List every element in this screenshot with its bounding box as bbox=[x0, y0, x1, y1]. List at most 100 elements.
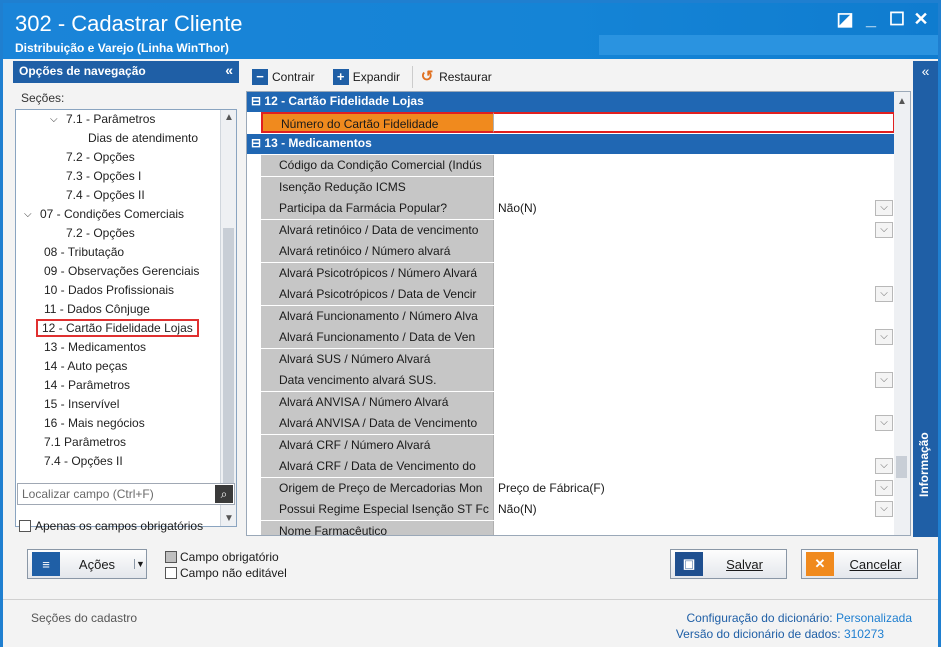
grid-row[interactable]: Data vencimento alvará SUS. ⌵ bbox=[261, 370, 895, 391]
grid-row[interactable]: Alvará Psicotrópicos / Número Alvará bbox=[261, 263, 895, 284]
tree-item[interactable]: 7.1 - Parâmetros bbox=[66, 112, 155, 126]
grid-row[interactable]: Alvará Funcionamento / Número Alva bbox=[261, 306, 895, 327]
grid-row[interactable]: Alvará retinóico / Data de vencimento ⌵ bbox=[261, 220, 895, 241]
tree-item[interactable]: 15 - Inservível bbox=[44, 397, 119, 411]
maximize-icon[interactable]: ☐ bbox=[885, 9, 909, 30]
grid-row[interactable]: Nome Farmacêutico bbox=[261, 521, 895, 535]
search-input[interactable]: Localizar campo (Ctrl+F) ⌕ bbox=[17, 483, 235, 505]
tree-item[interactable]: 7.2 - Opções bbox=[66, 226, 135, 240]
grid-row[interactable]: Alvará ANVISA / Número Alvará bbox=[261, 392, 895, 413]
group-header-13[interactable]: ⊟ 13 - Medicamentos bbox=[247, 134, 895, 154]
chevron-down-icon[interactable]: ⌵ bbox=[875, 372, 893, 388]
chevron-down-icon[interactable]: ⌵ bbox=[875, 501, 893, 517]
actions-icon: ≡ bbox=[32, 552, 60, 576]
status-left: Seções do cadastro bbox=[31, 611, 138, 625]
chevron-down-icon[interactable]: ⌵ bbox=[875, 286, 893, 302]
info-panel-label: Informação bbox=[917, 432, 931, 497]
tree-item[interactable]: 11 - Dados Cônjuge bbox=[44, 302, 150, 316]
close-icon[interactable]: ✕ bbox=[909, 9, 933, 30]
nav-header: Opções de navegação « bbox=[13, 61, 239, 83]
chevron-down-icon[interactable]: ⌵ bbox=[24, 209, 32, 220]
grid-row[interactable]: Possui Regime Especial Isenção ST Fc Não(… bbox=[261, 499, 895, 520]
grid-row[interactable]: Alvará ANVISA / Data de Vencimento ⌵ bbox=[261, 413, 895, 434]
expand-button[interactable]: + Expandir bbox=[327, 66, 406, 88]
grid-row[interactable]: Isenção Redução ICMS bbox=[261, 177, 895, 198]
group-header-12[interactable]: ⊟ 12 - Cartão Fidelidade Lojas bbox=[247, 92, 895, 112]
cancel-button[interactable]: ✕ Cancelar bbox=[801, 549, 918, 579]
tree-item-selected[interactable]: 12 - Cartão Fidelidade Lojas bbox=[36, 319, 199, 337]
scroll-thumb[interactable] bbox=[223, 228, 234, 498]
grid-row[interactable]: Código da Condição Comercial (Indús bbox=[261, 155, 895, 176]
sections-label: Seções: bbox=[21, 91, 65, 105]
tree-item[interactable]: 14 - Auto peças bbox=[44, 359, 127, 373]
tree-item[interactable]: 7.4 - Opções II bbox=[44, 454, 123, 468]
chevron-down-icon[interactable]: ⌵ bbox=[875, 415, 893, 431]
grid-toolbar: − Contrair + Expandir ↺ Restaurar bbox=[246, 65, 911, 89]
scroll-down-icon[interactable]: ▼ bbox=[221, 513, 236, 524]
tree-item[interactable]: 7.3 - Opções I bbox=[66, 169, 141, 183]
tree-item[interactable]: 7.1 Parâmetros bbox=[44, 435, 126, 449]
grid-row[interactable]: Participa da Farmácia Popular? Não(N) ⌵ bbox=[261, 198, 895, 219]
grid-row[interactable]: Alvará Funcionamento / Data de Ven ⌵ bbox=[261, 327, 895, 348]
navigation-panel: Opções de navegação « Seções: ⌵ 7.1 - Pa… bbox=[13, 61, 239, 539]
chevron-down-icon[interactable]: ⌵ bbox=[875, 200, 893, 216]
status-bar: Seções do cadastro Configuração do dicio… bbox=[3, 599, 938, 647]
chevron-down-icon[interactable]: ⌵ bbox=[875, 458, 893, 474]
chevron-down-icon[interactable]: ⌵ bbox=[875, 329, 893, 345]
grid-row[interactable]: Alvará CRF / Número Alvará bbox=[261, 435, 895, 456]
tree-item[interactable]: 7.2 - Opções bbox=[66, 150, 135, 164]
not-editable-swatch bbox=[165, 567, 177, 579]
restore-icon[interactable]: ◪ bbox=[833, 9, 857, 30]
tree-scrollbar[interactable]: ▲ ▼ bbox=[220, 110, 236, 526]
window-subtitle: Distribuição e Varejo (Linha WinThor) bbox=[15, 41, 229, 55]
search-icon[interactable]: ⌕ bbox=[215, 485, 233, 503]
floppy-icon: ▣ bbox=[675, 552, 703, 576]
window-title: 302 - Cadastrar Cliente bbox=[15, 11, 243, 36]
actions-button[interactable]: ≡ Ações ▼ bbox=[27, 549, 147, 579]
tree-item[interactable]: 09 - Observações Gerenciais bbox=[44, 264, 199, 278]
property-grid: ⊟ 12 - Cartão Fidelidade Lojas Número do… bbox=[246, 91, 911, 536]
scroll-up-icon[interactable]: ▲ bbox=[221, 112, 236, 123]
minimize-icon[interactable]: _ bbox=[859, 9, 883, 30]
main-window: 302 - Cadastrar Cliente Distribuição e V… bbox=[0, 0, 941, 647]
chevron-down-icon[interactable]: ⌵ bbox=[50, 114, 58, 125]
minus-icon: − bbox=[252, 69, 268, 85]
plus-icon: + bbox=[332, 69, 349, 85]
tree-item[interactable]: 07 - Condições Comerciais bbox=[40, 207, 184, 221]
dict-config-value: Personalizada bbox=[835, 611, 912, 625]
caret-down-icon[interactable]: ▼ bbox=[134, 559, 146, 569]
grid-row[interactable]: Alvará SUS / Número Alvará bbox=[261, 349, 895, 370]
tree-item[interactable]: 13 - Medicamentos bbox=[44, 340, 146, 354]
save-button[interactable]: ▣ Salvar bbox=[670, 549, 787, 579]
grid-row[interactable]: Alvará Psicotrópicos / Data de Vencir ⌵ bbox=[261, 284, 895, 305]
tree-item[interactable]: 7.4 - Opções II bbox=[66, 188, 145, 202]
dict-version-value: 310273 bbox=[843, 627, 884, 641]
expand-panel-icon[interactable]: « bbox=[913, 63, 938, 79]
legend: Campo obrigatório Campo não editável bbox=[165, 549, 287, 581]
close-icon: ✕ bbox=[806, 552, 834, 576]
tree-item[interactable]: 08 - Tributação bbox=[44, 245, 124, 259]
checkbox-box[interactable] bbox=[19, 520, 31, 532]
collapse-button[interactable]: − Contrair bbox=[246, 66, 321, 88]
chevron-down-icon[interactable]: ⌵ bbox=[875, 480, 893, 496]
title-bar: 302 - Cadastrar Cliente Distribuição e V… bbox=[3, 3, 938, 59]
grid-row-selected[interactable]: Número do Cartão Fidelidade bbox=[261, 112, 895, 133]
info-side-panel[interactable]: « Informação bbox=[913, 61, 938, 537]
grid-row[interactable]: Origem de Preço de Mercadorias Mon Preço … bbox=[261, 478, 895, 499]
scroll-thumb[interactable] bbox=[896, 456, 907, 478]
chevron-down-icon[interactable]: ⌵ bbox=[875, 222, 893, 238]
scroll-up-icon[interactable]: ▲ bbox=[894, 96, 910, 107]
grid-scrollbar[interactable]: ▲ bbox=[894, 92, 910, 535]
restore-button[interactable]: ↺ Restaurar bbox=[412, 66, 498, 88]
required-swatch bbox=[165, 551, 177, 563]
tree-item[interactable]: Dias de atendimento bbox=[88, 131, 198, 145]
sections-tree[interactable]: ⌵ 7.1 - Parâmetros Dias de atendimento 7… bbox=[15, 109, 237, 527]
undo-icon: ↺ bbox=[420, 68, 434, 85]
collapse-nav-icon[interactable]: « bbox=[225, 62, 233, 78]
tree-item[interactable]: 10 - Dados Profissionais bbox=[44, 283, 174, 297]
only-required-checkbox[interactable]: Apenas os campos obrigatórios bbox=[19, 519, 203, 533]
grid-row[interactable]: Alvará retinóico / Número alvará bbox=[261, 241, 895, 262]
grid-row[interactable]: Alvará CRF / Data de Vencimento do ⌵ bbox=[261, 456, 895, 477]
tree-item[interactable]: 14 - Parâmetros bbox=[44, 378, 130, 392]
tree-item[interactable]: 16 - Mais negócios bbox=[44, 416, 145, 430]
